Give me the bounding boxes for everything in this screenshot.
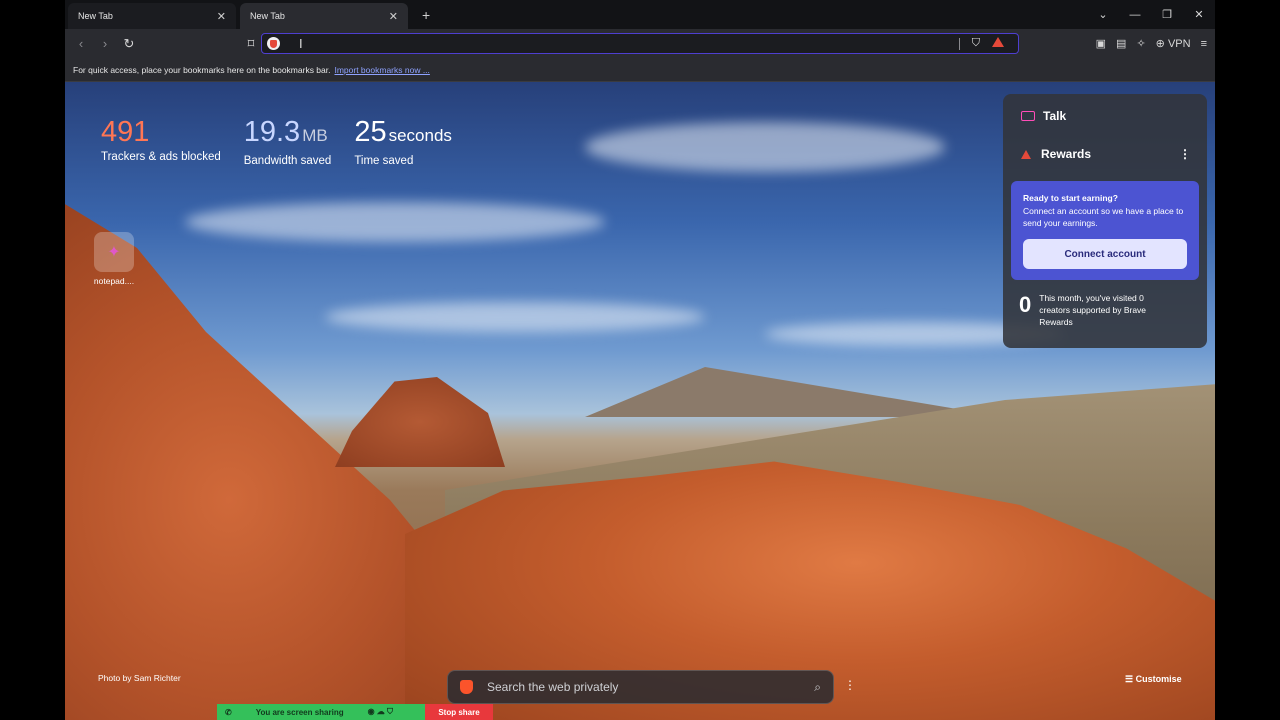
- notepad-favicon-icon: ✦: [94, 232, 134, 272]
- import-bookmarks-link[interactable]: Import bookmarks now ...: [334, 65, 429, 75]
- search-placeholder: Search the web privately: [487, 680, 619, 694]
- close-window-icon[interactable]: ✕: [1183, 8, 1215, 21]
- sidebar-icon[interactable]: ▣: [1096, 37, 1106, 50]
- stop-share-button[interactable]: Stop share: [425, 704, 493, 720]
- creators-visited: 0 This month, you've visited 0 creators …: [1019, 292, 1169, 328]
- leo-ai-icon[interactable]: ✧: [1136, 37, 1145, 50]
- address-bar[interactable]: I ⛉: [261, 33, 1019, 54]
- search-options-icon[interactable]: ⋮: [844, 678, 856, 692]
- time-unit: seconds: [388, 126, 452, 145]
- earn-text: Connect an account so we have a place to…: [1023, 206, 1184, 228]
- visited-text: This month, you've visited 0 creators su…: [1039, 293, 1147, 327]
- bookmarks-hint: For quick access, place your bookmarks h…: [73, 64, 331, 75]
- toolbar: ‹ › ↻ ⌑ I ⛉ ▣ ▤ ✧ ⊕ VPN ≡: [65, 29, 1215, 58]
- bandwidth-stat: 19.3 MB Bandwidth saved: [244, 115, 332, 167]
- cloud: [585, 122, 945, 172]
- tab-1-close-icon[interactable]: ✕: [217, 10, 226, 23]
- time-stat: 25 seconds Time saved: [354, 115, 452, 167]
- sharing-controls-icon[interactable]: ◉ ☁ ⛉: [368, 707, 393, 717]
- main-menu-icon[interactable]: ≡: [1201, 38, 1207, 50]
- reload-button[interactable]: ↻: [117, 36, 141, 52]
- screen-share-bar: ✆ You are screen sharing ◉ ☁ ⛉ Stop shar…: [217, 704, 493, 720]
- customise-button[interactable]: ☰ Customise: [1125, 674, 1182, 685]
- tab-2-title: New Tab: [250, 11, 285, 21]
- wallet-icon[interactable]: ▤: [1116, 37, 1126, 50]
- tab-1[interactable]: New Tab ✕: [68, 3, 236, 29]
- visited-count: 0: [1019, 292, 1032, 317]
- restore-icon[interactable]: ❐: [1151, 8, 1183, 21]
- earn-card: Ready to start earning? Connect an accou…: [1011, 181, 1199, 280]
- trackers-label: Trackers & ads blocked: [101, 151, 221, 163]
- video-camera-icon: [1021, 111, 1035, 121]
- brave-shields-icon[interactable]: ⛉: [972, 37, 980, 50]
- tab-2[interactable]: New Tab ✕: [240, 3, 408, 29]
- cloud: [325, 302, 705, 332]
- bookmark-icon[interactable]: ⌑: [239, 36, 263, 52]
- tab-search-dropdown-icon[interactable]: ⌄: [1087, 8, 1119, 21]
- rewards-title: Rewards: [1041, 147, 1092, 161]
- sharing-status: ✆ You are screen sharing ◉ ☁ ⛉: [217, 704, 425, 720]
- tab-2-close-icon[interactable]: ✕: [389, 10, 398, 23]
- vpn-button[interactable]: ⊕ VPN: [1156, 37, 1191, 50]
- browser-window: New Tab ✕ New Tab ✕ + ⌄ — ❐ ✕ ‹ › ↻ ⌑ I: [65, 0, 1215, 720]
- tab-1-title: New Tab: [78, 11, 113, 21]
- red-rock-middle: [335, 377, 505, 467]
- top-site-tile[interactable]: ✦ notepad....: [91, 232, 137, 286]
- trackers-value: 491: [101, 116, 150, 148]
- screen: New Tab ✕ New Tab ✕ + ⌄ — ❐ ✕ ‹ › ↻ ⌑ I: [0, 0, 1280, 720]
- talk-title: Talk: [1043, 109, 1067, 123]
- cloud: [185, 202, 605, 242]
- phone-icon: ✆: [225, 707, 232, 717]
- window-controls: ⌄ — ❐ ✕: [1087, 0, 1215, 29]
- time-value: 25: [354, 116, 387, 148]
- brave-rewards-icon[interactable]: [992, 37, 1004, 47]
- earn-heading: Ready to start earning?: [1023, 193, 1118, 203]
- bookmarks-bar: For quick access, place your bookmarks h…: [65, 58, 1215, 82]
- minimize-icon[interactable]: —: [1119, 9, 1151, 21]
- forward-button[interactable]: ›: [93, 36, 117, 51]
- brave-logo-icon: [460, 680, 473, 694]
- distant-mountain: [585, 367, 1005, 417]
- rewards-menu-icon[interactable]: ⋮: [1179, 147, 1191, 161]
- site-info-icon[interactable]: [267, 37, 280, 50]
- text-cursor-icon: I: [299, 36, 303, 51]
- search-icon[interactable]: ⌕: [814, 680, 821, 695]
- stop-share-label: Stop share: [438, 707, 480, 717]
- tab-strip: New Tab ✕ New Tab ✕ + ⌄ — ❐ ✕: [65, 0, 1215, 29]
- search-box[interactable]: Search the web privately ⌕: [447, 670, 834, 704]
- vpn-label: VPN: [1167, 38, 1191, 50]
- divider: [959, 38, 960, 50]
- trackers-stat: 491 Trackers & ads blocked: [101, 115, 221, 167]
- toolbar-right: ▣ ▤ ✧ ⊕ VPN ≡: [1096, 29, 1207, 58]
- new-tab-button[interactable]: +: [422, 7, 430, 23]
- privacy-stats: 491 Trackers & ads blocked 19.3 MB Bandwi…: [101, 115, 452, 167]
- rewards-header: Rewards ⋮: [1021, 144, 1191, 164]
- back-button[interactable]: ‹: [69, 36, 93, 51]
- talk-widget[interactable]: Talk: [1021, 104, 1066, 128]
- bandwidth-label: Bandwidth saved: [243, 155, 332, 167]
- bat-triangle-icon: [1021, 149, 1031, 159]
- photo-credit: Photo by Sam Richter: [98, 673, 181, 683]
- bandwidth-value: 19.3: [243, 116, 301, 148]
- top-site-name: notepad....: [93, 276, 135, 286]
- sharing-text: You are screen sharing: [255, 707, 344, 717]
- connect-account-button[interactable]: Connect account: [1023, 239, 1187, 269]
- widget-panel: Talk Rewards ⋮ Ready to start earning? C…: [1003, 94, 1207, 348]
- time-label: Time saved: [354, 155, 414, 167]
- bandwidth-unit: MB: [302, 126, 328, 145]
